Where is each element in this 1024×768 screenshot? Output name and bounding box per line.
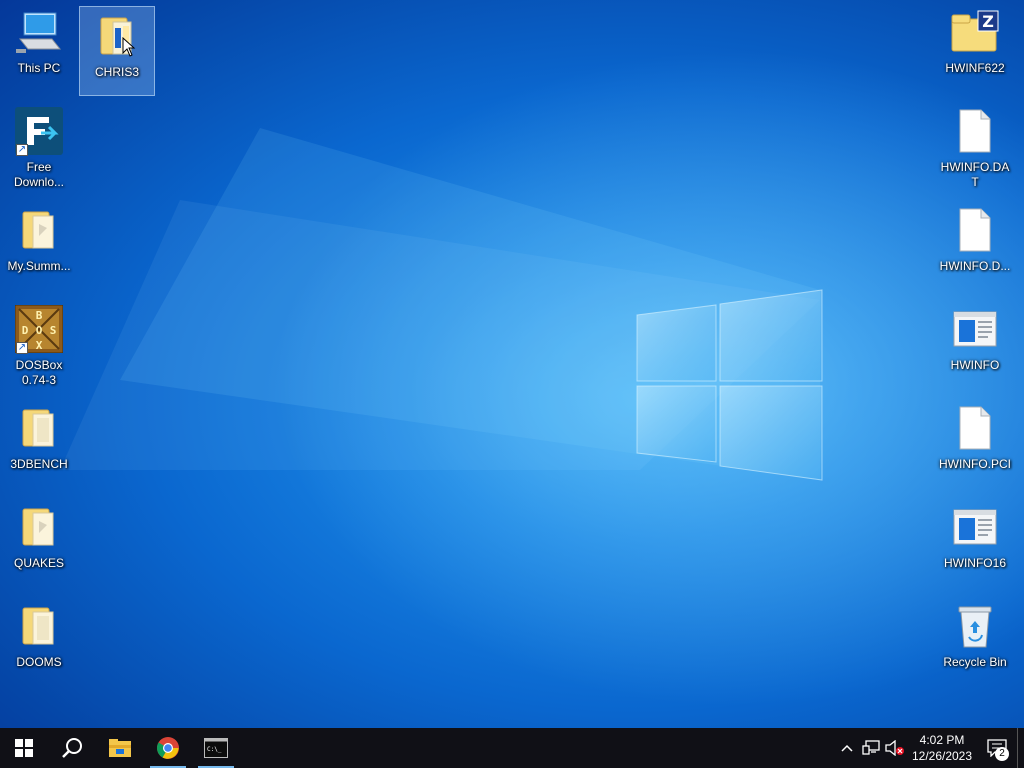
dosbox-letter: S (50, 324, 57, 337)
file-icon (950, 403, 1000, 453)
desktop[interactable]: This PC CHRIS3 ↗ Free Downlo... My.Summ.… (0, 0, 1024, 728)
desktop-icon-dosbox[interactable]: B D O S X ↗ DOSBox 0.74-3 (1, 300, 77, 390)
desktop-icon-label: DOSBox 0.74-3 (15, 358, 63, 387)
show-hidden-icons-button[interactable] (835, 728, 859, 768)
chrome-icon (157, 737, 179, 759)
desktop-icon-chris3[interactable]: CHRIS3 (79, 6, 155, 96)
free-download-manager-icon: ↗ (14, 106, 64, 156)
recycle-bin-icon (950, 601, 1000, 651)
system-tray: 4:02 PM 12/26/2023 2 (835, 728, 1024, 768)
command-prompt-button[interactable]: C:\_ (192, 728, 240, 768)
desktop-icon-hwinf622[interactable]: Z HWINF622 (937, 3, 1013, 93)
desktop-icon-label: HWINFO.DAT (940, 160, 1010, 189)
desktop-icon-label: This PC (17, 61, 61, 75)
file-explorer-button[interactable] (96, 728, 144, 768)
desktop-icon-label: HWINFO.D... (939, 259, 1011, 273)
search-button[interactable] (48, 728, 96, 768)
cmd-prompt-glyph: C:\_ (207, 746, 222, 753)
desktop-icon-this-pc[interactable]: This PC (1, 3, 77, 93)
clock[interactable]: 4:02 PM 12/26/2023 (907, 732, 977, 764)
volume-muted-icon (885, 740, 904, 756)
search-icon (62, 738, 82, 758)
wallpaper (0, 0, 1024, 728)
clock-date: 12/26/2023 (911, 749, 973, 763)
desktop-icon-3dbench[interactable]: 3DBENCH (1, 399, 77, 489)
folder-icon (14, 403, 64, 453)
desktop-icon-dooms[interactable]: DOOMS (1, 597, 77, 687)
network-icon (862, 740, 880, 755)
application-icon (950, 304, 1000, 354)
desktop-icon-label: CHRIS3 (94, 65, 139, 79)
notification-count-badge: 2 (995, 747, 1009, 761)
start-button[interactable] (0, 728, 48, 768)
dosbox-letter: X (36, 339, 43, 352)
desktop-icon-recycle-bin[interactable]: Recycle Bin (937, 597, 1013, 687)
desktop-icon-hwinfo16[interactable]: HWINFO16 (937, 498, 1013, 588)
shortcut-arrow-icon: ↗ (16, 342, 28, 354)
desktop-icon-hwinfo-d[interactable]: HWINFO.D... (937, 201, 1013, 291)
computer-icon (14, 7, 64, 57)
file-icon (950, 205, 1000, 255)
windows-logo-icon (15, 739, 33, 757)
desktop-icon-label: HWINFO (950, 358, 1000, 372)
cmd-icon: C:\_ (204, 738, 228, 758)
dosbox-letter: O (36, 324, 43, 337)
desktop-icon-hwinfo-dat[interactable]: HWINFO.DAT (937, 102, 1013, 192)
desktop-icon-my-summ[interactable]: My.Summ... (1, 201, 77, 291)
file-explorer-icon (109, 739, 131, 757)
network-button[interactable] (859, 728, 883, 768)
chevron-up-icon (841, 744, 853, 752)
desktop-icon-label: Recycle Bin (943, 655, 1007, 669)
desktop-icon-quakes[interactable]: QUAKES (1, 498, 77, 588)
application-icon (950, 502, 1000, 552)
folder-icon (92, 11, 142, 61)
desktop-icon-label: DOOMS (16, 655, 62, 669)
desktop-icon-label: 3DBENCH (10, 457, 68, 471)
desktop-icon-hwinfo-pci[interactable]: HWINFO.PCI (937, 399, 1013, 489)
chrome-button[interactable] (144, 728, 192, 768)
folder-icon (14, 502, 64, 552)
folder-icon (14, 601, 64, 651)
desktop-icon-label: My.Summ... (7, 259, 71, 273)
show-desktop-button[interactable] (1017, 728, 1024, 768)
folder-icon (14, 205, 64, 255)
desktop-icon-label: HWINFO16 (943, 556, 1006, 570)
dosbox-letter: D (22, 324, 29, 337)
desktop-icon-label: HWINFO.PCI (939, 457, 1011, 471)
taskbar: C:\_ 4:02 PM 12/26/2023 2 (0, 728, 1024, 768)
mouse-cursor-icon (122, 37, 136, 57)
file-icon (950, 106, 1000, 156)
desktop-icon-free-download-manager[interactable]: ↗ Free Downlo... (1, 102, 77, 192)
volume-button[interactable] (883, 728, 907, 768)
desktop-icon-label: Free Downlo... (13, 160, 65, 189)
zip-folder-icon: Z (950, 7, 1000, 57)
desktop-icon-label: QUAKES (13, 556, 64, 570)
zip-letter: Z (982, 12, 994, 31)
dosbox-icon: B D O S X ↗ (14, 304, 64, 354)
desktop-icon-label: HWINF622 (945, 61, 1005, 75)
shortcut-arrow-icon: ↗ (16, 144, 28, 156)
action-center-button[interactable]: 2 (977, 728, 1017, 768)
desktop-icon-hwinfo[interactable]: HWINFO (937, 300, 1013, 390)
clock-time: 4:02 PM (919, 733, 965, 747)
dosbox-letter: B (36, 309, 43, 322)
